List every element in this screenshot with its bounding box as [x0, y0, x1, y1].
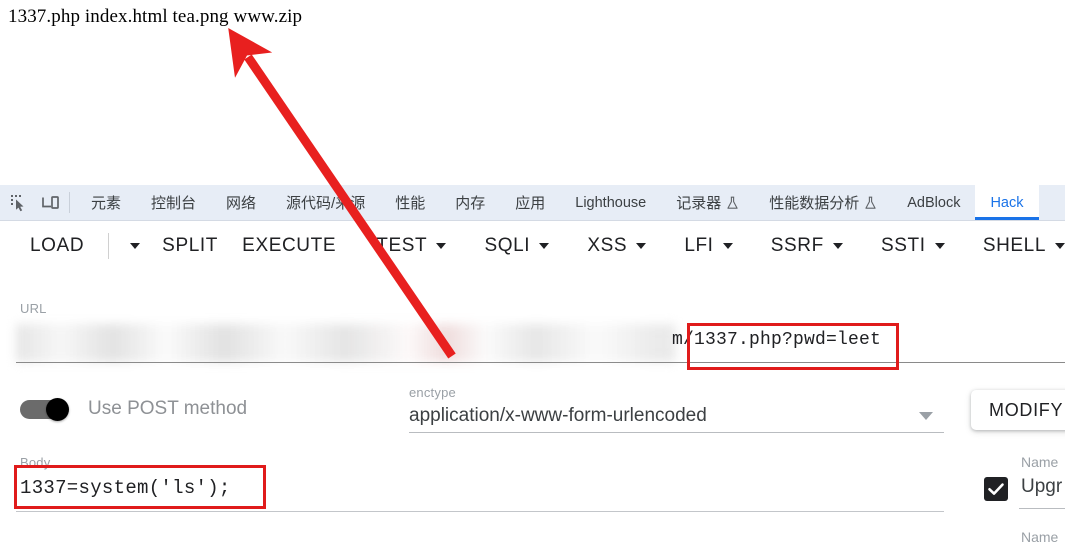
tab-label: Hack — [990, 194, 1024, 211]
devtools-tab-list: 元素 控制台 网络 源代码/来源 性能 内存 应用 Lighthouse 记录器… — [76, 185, 1065, 220]
ssrf-menu-button[interactable]: SSRF — [769, 235, 843, 257]
chevron-down-icon — [1055, 243, 1065, 249]
tab-network[interactable]: 网络 — [211, 185, 271, 220]
chevron-down-icon — [129, 243, 140, 249]
url-field-label: URL — [20, 301, 47, 316]
tab-label: 应用 — [515, 195, 546, 212]
toolbar-divider — [108, 233, 109, 259]
load-dropdown-button[interactable] — [123, 243, 140, 249]
chevron-down-icon[interactable] — [919, 412, 933, 420]
chevron-down-icon — [636, 243, 647, 249]
browser-page-content: 1337.php index.html tea.png www.zip — [0, 0, 1065, 185]
xss-menu-button[interactable]: XSS — [585, 235, 647, 257]
toggle-switch[interactable] — [20, 398, 72, 421]
tab-label: 元素 — [91, 195, 122, 212]
directory-listing-text: 1337.php index.html tea.png www.zip — [8, 6, 303, 27]
split-button[interactable]: SPLIT — [160, 235, 220, 257]
body-input-value[interactable]: 1337=system('ls'); — [20, 477, 231, 499]
tab-performance[interactable]: 性能 — [380, 185, 440, 220]
tab-memory[interactable]: 内存 — [440, 185, 500, 220]
toggle-knob — [46, 398, 69, 421]
chevron-down-icon — [722, 243, 733, 249]
shell-label: SHELL — [982, 235, 1047, 256]
device-toolbar-icon[interactable] — [39, 192, 61, 214]
chevron-down-icon — [436, 243, 447, 249]
lfi-menu-button[interactable]: LFI — [682, 235, 733, 257]
devtools-tabbar: 元素 控制台 网络 源代码/来源 性能 内存 应用 Lighthouse 记录器… — [0, 185, 1065, 221]
chevron-down-icon — [539, 243, 550, 249]
ssti-menu-button[interactable]: SSTI — [879, 235, 945, 257]
tab-label: 性能 — [395, 195, 426, 212]
header-enabled-checkbox[interactable] — [984, 477, 1008, 501]
ssrf-label: SSRF — [770, 235, 824, 256]
tab-recorder[interactable]: 记录器 — [661, 185, 754, 220]
body-input-underline — [16, 511, 944, 512]
tab-label: 网络 — [226, 195, 257, 212]
sqli-label: SQLI — [484, 235, 531, 256]
tab-performance-insights[interactable]: 性能数据分析 — [754, 185, 892, 220]
xss-label: XSS — [587, 235, 628, 256]
chevron-down-icon — [832, 243, 843, 249]
chevron-down-icon — [934, 243, 945, 249]
execute-button[interactable]: EXECUTE — [240, 235, 338, 257]
tab-label: 内存 — [455, 195, 486, 212]
header-name-label: Name — [1021, 529, 1059, 545]
url-redacted-region — [16, 324, 676, 362]
load-label: LOAD — [30, 235, 85, 256]
tab-label: 源代码/来源 — [286, 195, 366, 212]
header-name-label: Name — [1021, 454, 1059, 470]
test-menu-button[interactable]: TEST — [374, 235, 447, 257]
tab-adblock[interactable]: AdBlock — [892, 185, 975, 220]
tab-sources[interactable]: 源代码/来源 — [271, 185, 380, 220]
body-field-label: Body — [20, 455, 51, 470]
url-input-underline — [16, 362, 1065, 363]
inspect-element-icon[interactable] — [8, 192, 30, 214]
tab-elements[interactable]: 元素 — [76, 185, 136, 220]
tab-label: 记录器 — [676, 195, 722, 212]
tab-label: 控制台 — [151, 195, 197, 212]
hackbar-toolbar: LOAD SPLIT EXECUTE TEST SQLI XSS LFI SSR… — [0, 221, 1065, 271]
enctype-underline — [409, 432, 944, 433]
tab-lighthouse[interactable]: Lighthouse — [560, 185, 661, 220]
experimental-flask-icon — [726, 196, 739, 210]
lfi-label: LFI — [684, 235, 714, 256]
tab-label: 性能数据分析 — [769, 195, 860, 212]
test-label: TEST — [376, 235, 428, 256]
use-post-method-toggle[interactable]: Use POST method — [20, 398, 248, 421]
enctype-select-value[interactable]: application/x-www-form-urlencoded — [409, 405, 707, 427]
enctype-field-label: enctype — [409, 385, 456, 400]
header-input-underline — [1019, 508, 1065, 509]
use-post-method-label: Use POST method — [88, 398, 248, 419]
execute-label: EXECUTE — [242, 235, 337, 256]
experimental-flask-icon — [864, 196, 877, 210]
ssti-label: SSTI — [881, 235, 926, 256]
tab-hackbar[interactable]: Hack — [975, 185, 1039, 220]
toolbar-divider — [69, 192, 70, 213]
load-button[interactable]: LOAD — [28, 235, 86, 257]
shell-menu-button[interactable]: SHELL — [981, 235, 1065, 257]
url-input-value[interactable]: m/1337.php?pwd=leet — [672, 330, 881, 350]
modify-headers-button[interactable]: MODIFY — [971, 390, 1065, 430]
sqli-menu-button[interactable]: SQLI — [482, 235, 550, 257]
header-name-value[interactable]: Upgr — [1021, 476, 1062, 498]
split-label: SPLIT — [162, 235, 218, 256]
devtools-tool-icons — [0, 185, 67, 220]
tab-label: Lighthouse — [575, 194, 647, 211]
tab-application[interactable]: 应用 — [500, 185, 560, 220]
tab-console[interactable]: 控制台 — [136, 185, 211, 220]
tab-label: AdBlock — [907, 194, 961, 211]
